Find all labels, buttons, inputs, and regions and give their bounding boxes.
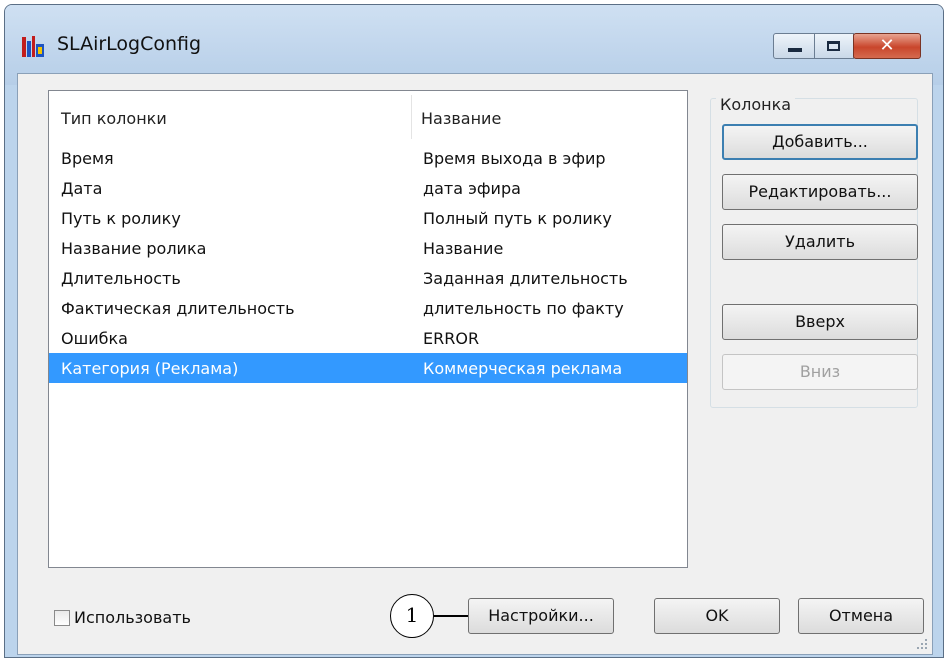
groupbox-title: Колонка: [716, 95, 796, 114]
callout-marker: 1: [390, 594, 434, 638]
list-item-name: Заданная длительность: [423, 269, 628, 288]
use-checkbox[interactable]: [54, 610, 70, 626]
list-item-name: Коммерческая реклама: [423, 359, 623, 378]
list-item-name: ERROR: [423, 329, 480, 348]
list-item[interactable]: Длительность Заданная длительность: [49, 263, 687, 293]
list-item-type: Время: [61, 149, 114, 168]
dialog-body: Тип колонки Название Время Время выхода в…: [17, 73, 933, 655]
list-item[interactable]: Время Время выхода в эфир: [49, 143, 687, 173]
close-icon: ✕: [879, 35, 895, 56]
delete-button[interactable]: Удалить: [722, 224, 918, 260]
list-item[interactable]: Фактическая длительность длительность по …: [49, 293, 687, 323]
app-logo-icon: [22, 36, 44, 57]
list-header: Тип колонки Название: [49, 91, 687, 139]
column-list[interactable]: Тип колонки Название Время Время выхода в…: [48, 90, 688, 568]
list-item-type: Фактическая длительность: [61, 299, 295, 318]
list-item[interactable]: Путь к ролику Полный путь к ролику: [49, 203, 687, 233]
list-item-name: Название: [423, 239, 504, 258]
list-item-type: Категория (Реклама): [61, 359, 239, 378]
main-window: SLAirLogConfig ✕ Тип колонки Название Вр…: [4, 4, 944, 658]
edit-button[interactable]: Редактировать...: [722, 174, 918, 210]
list-item[interactable]: Дата дата эфира: [49, 173, 687, 203]
move-down-button: Вниз: [722, 354, 918, 390]
list-item[interactable]: Ошибка ERROR: [49, 323, 687, 353]
move-up-button[interactable]: Вверх: [722, 304, 918, 340]
resize-grip-icon[interactable]: [916, 638, 928, 650]
list-item-type: Путь к ролику: [61, 209, 181, 228]
window-title: SLAirLogConfig: [57, 33, 202, 55]
list-item-type: Ошибка: [61, 329, 128, 348]
ok-button[interactable]: OK: [654, 598, 780, 634]
list-item-type: Дата: [61, 179, 103, 198]
header-column-name[interactable]: Название: [421, 109, 501, 128]
list-item-type: Длительность: [61, 269, 181, 288]
list-item-name: длительность по факту: [423, 299, 624, 318]
close-button[interactable]: ✕: [853, 33, 921, 59]
cancel-button[interactable]: Отмена: [798, 598, 924, 634]
list-item-name: Полный путь к ролику: [423, 209, 612, 228]
list-item-selected[interactable]: Категория (Реклама) Коммерческая реклама: [49, 353, 687, 383]
maximize-icon: [827, 41, 840, 51]
settings-button[interactable]: Настройки...: [468, 598, 614, 634]
use-checkbox-label[interactable]: Использовать: [74, 608, 191, 627]
minimize-button[interactable]: [773, 33, 815, 59]
minimize-icon: [788, 48, 802, 52]
list-item-name: Время выхода в эфир: [423, 149, 606, 168]
header-separator[interactable]: [411, 95, 412, 139]
list-item[interactable]: Название ролика Название: [49, 233, 687, 263]
list-item-name: дата эфира: [423, 179, 521, 198]
add-button[interactable]: Добавить...: [722, 124, 918, 160]
maximize-button[interactable]: [814, 33, 854, 59]
header-column-type[interactable]: Тип колонки: [61, 109, 167, 128]
list-item-type: Название ролика: [61, 239, 207, 258]
